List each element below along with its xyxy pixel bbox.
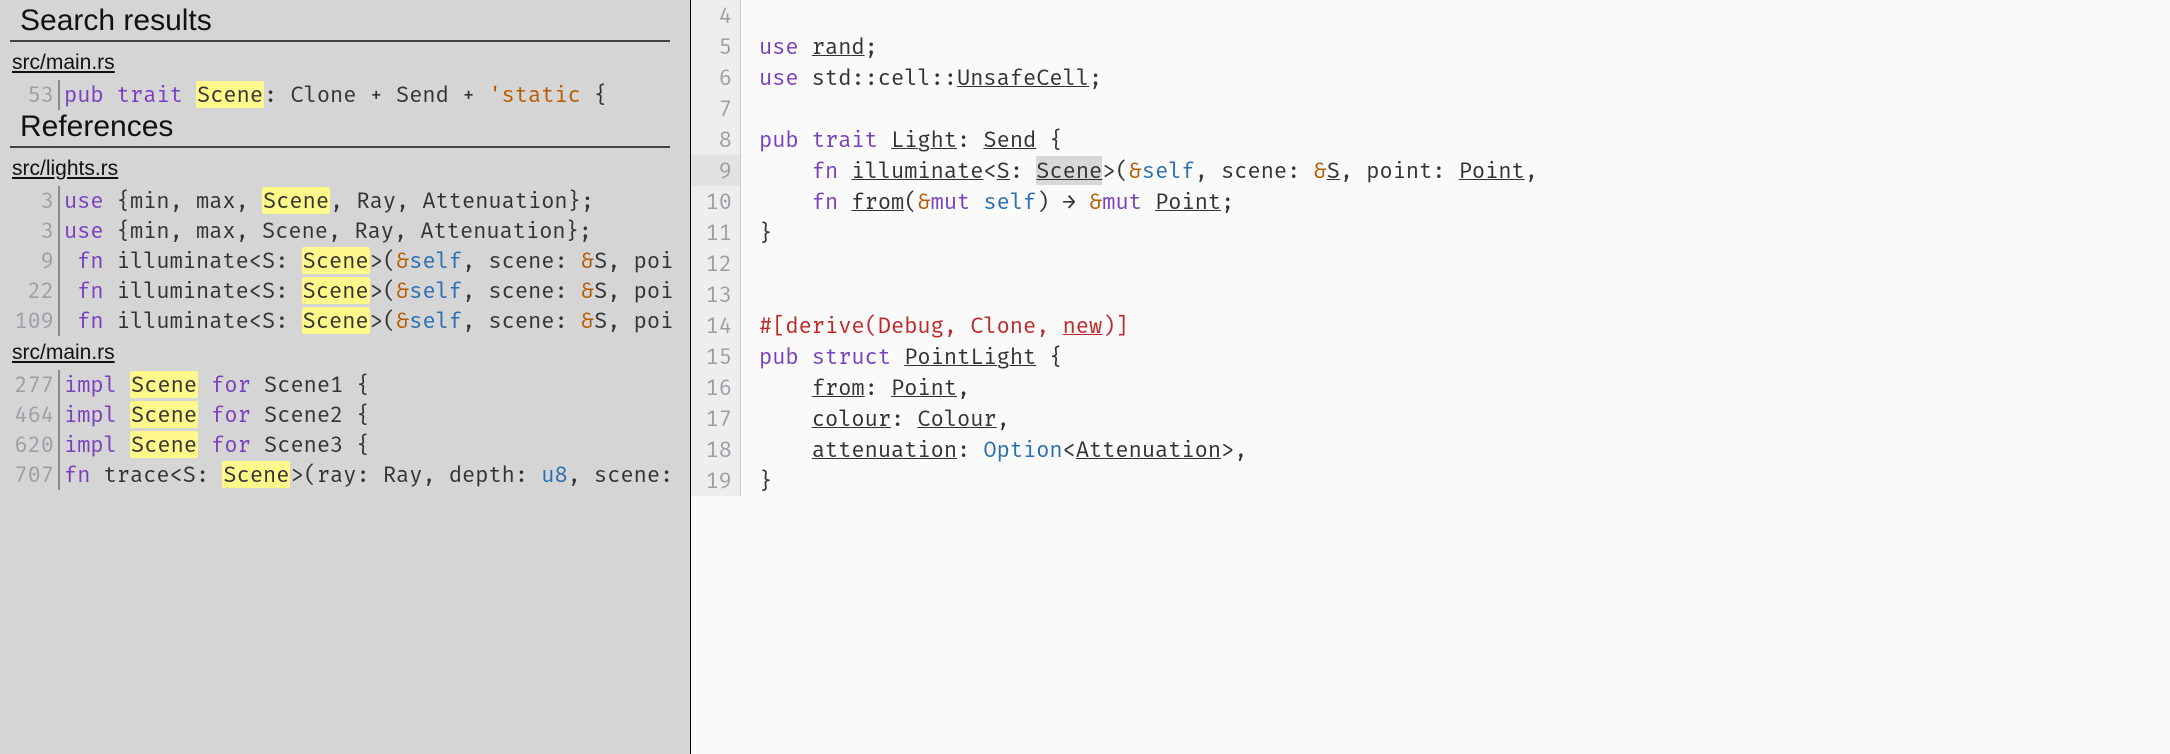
gutter-line-number: 9 (691, 155, 741, 186)
result-bar (58, 246, 60, 276)
line-number: 620 (0, 430, 58, 460)
code-text: pub trait Light: Send { (741, 124, 1063, 155)
result-code: impl Scene for Scene2 { (64, 400, 370, 430)
result-bar (58, 400, 60, 430)
result-code: pub trait Scene: Clone + Send + 'static … (64, 80, 607, 110)
line-number: 464 (0, 400, 58, 430)
result-code: impl Scene for Scene3 { (64, 430, 370, 460)
search-result[interactable]: 3use {min, max, Scene, Ray, Attenuation}… (0, 186, 690, 216)
code-line[interactable]: 5use rand; (691, 31, 2170, 62)
gutter-line-number: 12 (691, 248, 741, 279)
result-code: use {min, max, Scene, Ray, Attenuation}; (64, 186, 594, 216)
code-text: } (741, 217, 772, 248)
gutter-line-number: 19 (691, 465, 741, 496)
code-line[interactable]: 4 (691, 0, 2170, 31)
code-text: use std::cell::UnsafeCell; (741, 62, 1102, 93)
code-text: fn illuminate<S: Scene>(&self, scene: &S… (741, 155, 1538, 186)
code-line[interactable]: 17 colour: Colour, (691, 403, 2170, 434)
code-line[interactable]: 15pub struct PointLight { (691, 341, 2170, 372)
code-line[interactable]: 18 attenuation: Option<Attenuation>, (691, 434, 2170, 465)
search-result[interactable]: 277impl Scene for Scene1 { (0, 370, 690, 400)
code-line[interactable]: 8pub trait Light: Send { (691, 124, 2170, 155)
line-number: 109 (0, 306, 58, 336)
gutter-line-number: 7 (691, 93, 741, 124)
search-results-header: Search results (10, 4, 670, 42)
code-line[interactable]: 16 from: Point, (691, 372, 2170, 403)
code-line[interactable]: 19} (691, 465, 2170, 496)
result-code: fn illuminate<S: Scene>(&self, scene: &S… (64, 306, 673, 336)
line-number: 22 (0, 276, 58, 306)
gutter-line-number: 5 (691, 31, 741, 62)
result-bar (58, 216, 60, 246)
gutter-line-number: 17 (691, 403, 741, 434)
code-text: attenuation: Option<Attenuation>, (741, 434, 1247, 465)
gutter-line-number: 6 (691, 62, 741, 93)
line-number: 9 (0, 246, 58, 276)
code-line[interactable]: 10 fn from(&mut self) → &mut Point; (691, 186, 2170, 217)
gutter-line-number: 15 (691, 341, 741, 372)
result-bar (58, 460, 60, 490)
gutter-line-number: 11 (691, 217, 741, 248)
gutter-line-number: 10 (691, 186, 741, 217)
search-result[interactable]: 464impl Scene for Scene2 { (0, 400, 690, 430)
search-result[interactable]: 53pub trait Scene: Clone + Send + 'stati… (0, 80, 690, 110)
code-text: pub struct PointLight { (741, 341, 1063, 372)
search-panel[interactable]: Search results src/main.rs53pub trait Sc… (0, 0, 690, 754)
search-result[interactable]: 707fn trace<S: Scene>(ray: Ray, depth: u… (0, 460, 690, 490)
code-text: #[derive(Debug, Clone, new)] (741, 310, 1129, 341)
result-code: impl Scene for Scene1 { (64, 370, 370, 400)
gutter-line-number: 14 (691, 310, 741, 341)
editor-split: Search results src/main.rs53pub trait Sc… (0, 0, 2170, 754)
search-result[interactable]: 109 fn illuminate<S: Scene>(&self, scene… (0, 306, 690, 336)
code-text: } (741, 465, 772, 496)
search-result[interactable]: 9 fn illuminate<S: Scene>(&self, scene: … (0, 246, 690, 276)
search-result[interactable]: 3use {min, max, Scene, Ray, Attenuation}… (0, 216, 690, 246)
code-line[interactable]: 12 (691, 248, 2170, 279)
code-line[interactable]: 11} (691, 217, 2170, 248)
references-header: References (10, 110, 670, 148)
result-bar (58, 430, 60, 460)
search-result[interactable]: 22 fn illuminate<S: Scene>(&self, scene:… (0, 276, 690, 306)
file-path[interactable]: src/lights.rs (0, 152, 690, 186)
code-text: from: Point, (741, 372, 970, 403)
code-text: fn from(&mut self) → &mut Point; (741, 186, 1234, 217)
result-bar (58, 186, 60, 216)
result-code: fn illuminate<S: Scene>(&self, scene: &S… (64, 246, 673, 276)
line-number: 277 (0, 370, 58, 400)
result-bar (58, 370, 60, 400)
code-editor[interactable]: 45use rand;6use std::cell::UnsafeCell;78… (691, 0, 2170, 754)
gutter-line-number: 4 (691, 0, 741, 31)
line-number: 3 (0, 216, 58, 246)
gutter-line-number: 18 (691, 434, 741, 465)
file-path[interactable]: src/main.rs (0, 46, 690, 80)
code-line[interactable]: 9 fn illuminate<S: Scene>(&self, scene: … (691, 155, 2170, 186)
result-code: fn trace<S: Scene>(ray: Ray, depth: u8, … (64, 460, 673, 490)
code-text: use rand; (741, 31, 878, 62)
result-bar (58, 80, 60, 110)
result-bar (58, 306, 60, 336)
gutter-line-number: 8 (691, 124, 741, 155)
result-bar (58, 276, 60, 306)
code-text: colour: Colour, (741, 403, 1010, 434)
code-line[interactable]: 6use std::cell::UnsafeCell; (691, 62, 2170, 93)
result-code: fn illuminate<S: Scene>(&self, scene: &S… (64, 276, 673, 306)
line-number: 53 (0, 80, 58, 110)
code-line[interactable]: 13 (691, 279, 2170, 310)
search-result[interactable]: 620impl Scene for Scene3 { (0, 430, 690, 460)
gutter-line-number: 13 (691, 279, 741, 310)
result-code: use {min, max, Scene, Ray, Attenuation}; (64, 216, 592, 246)
code-line[interactable]: 14#[derive(Debug, Clone, new)] (691, 310, 2170, 341)
line-number: 3 (0, 186, 58, 216)
code-line[interactable]: 7 (691, 93, 2170, 124)
line-number: 707 (0, 460, 58, 490)
gutter-line-number: 16 (691, 372, 741, 403)
file-path[interactable]: src/main.rs (0, 336, 690, 370)
